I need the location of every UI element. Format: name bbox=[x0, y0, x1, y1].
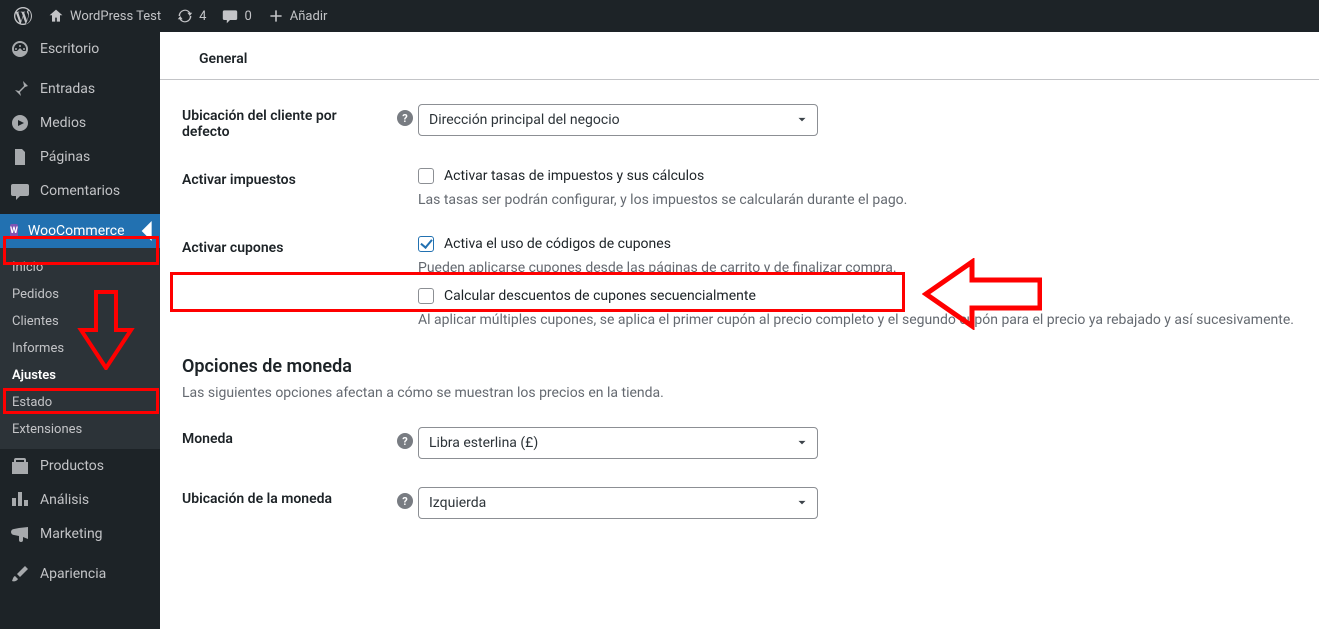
woocommerce-submenu: Inicio Pedidos Clientes Informes Ajustes… bbox=[0, 248, 160, 449]
pin-icon bbox=[10, 79, 30, 99]
dashboard-icon bbox=[10, 39, 30, 59]
select-value: Izquierda bbox=[429, 495, 486, 511]
chevron-down-icon bbox=[795, 436, 809, 450]
sidebar-item-analytics[interactable]: Análisis bbox=[0, 483, 160, 517]
select-value: Dirección principal del negocio bbox=[429, 112, 620, 128]
chevron-down-icon bbox=[795, 113, 809, 127]
sub-item-customers[interactable]: Clientes bbox=[0, 308, 160, 335]
select-currency[interactable]: Libra esterlina (£) bbox=[418, 427, 818, 459]
megaphone-icon bbox=[10, 524, 30, 544]
sidebar-item-posts[interactable]: Entradas bbox=[0, 72, 160, 106]
comments-count: 0 bbox=[244, 9, 251, 24]
checkbox-enable-coupons[interactable]: Activa el uso de códigos de cupones bbox=[418, 236, 1297, 252]
sidebar-item-label: Medios bbox=[40, 115, 86, 131]
currency-section-desc: Las siguientes opciones afectan a cómo s… bbox=[182, 385, 1297, 401]
chevron-left-icon bbox=[135, 221, 155, 241]
help-text-coupons-1: Pueden aplicarse cupones desde las págin… bbox=[418, 260, 1297, 276]
select-value: Libra esterlina (£) bbox=[429, 435, 538, 451]
chart-icon bbox=[10, 490, 30, 510]
main-content: General Ubicación del cliente por defect… bbox=[160, 32, 1319, 629]
comment-icon bbox=[222, 8, 238, 24]
admin-bar: WordPress Test 4 0 Añadir bbox=[0, 0, 1319, 32]
select-default-customer-location[interactable]: Dirección principal del negocio bbox=[418, 104, 818, 136]
sidebar-item-comments[interactable]: Comentarios bbox=[0, 174, 160, 208]
sub-item-orders[interactable]: Pedidos bbox=[0, 281, 160, 308]
checkbox-enable-taxes-input[interactable] bbox=[418, 168, 434, 184]
sidebar-item-woocommerce[interactable]: W WooCommerce bbox=[0, 214, 160, 248]
sub-item-extensions[interactable]: Extensiones bbox=[0, 416, 160, 443]
add-new-label: Añadir bbox=[290, 9, 328, 24]
label-currency-position: Ubicación de la moneda bbox=[182, 487, 392, 507]
checkbox-label: Activa el uso de códigos de cupones bbox=[444, 236, 671, 252]
chevron-down-icon bbox=[795, 496, 809, 510]
sidebar-item-label: WooCommerce bbox=[28, 223, 125, 239]
add-new-link[interactable]: Añadir bbox=[260, 0, 336, 32]
updates-count: 4 bbox=[199, 9, 206, 24]
site-title-link[interactable]: WordPress Test bbox=[40, 0, 169, 32]
product-icon bbox=[10, 456, 30, 476]
wp-logo[interactable] bbox=[6, 0, 40, 32]
sidebar-item-label: Entradas bbox=[40, 81, 95, 97]
settings-form: Ubicación del cliente por defecto ? Dire… bbox=[160, 80, 1319, 587]
home-icon bbox=[48, 8, 64, 24]
sidebar-item-label: Escritorio bbox=[40, 41, 99, 57]
checkbox-enable-coupons-input[interactable] bbox=[418, 236, 434, 252]
updates-link[interactable]: 4 bbox=[169, 0, 214, 32]
sidebar-item-media[interactable]: Medios bbox=[0, 106, 160, 140]
sidebar-item-marketing[interactable]: Marketing bbox=[0, 517, 160, 551]
sub-item-status[interactable]: Estado bbox=[0, 389, 160, 416]
admin-sidebar: Escritorio Entradas Medios Páginas Comen… bbox=[0, 32, 160, 629]
comments-link[interactable]: 0 bbox=[214, 0, 259, 32]
sidebar-item-label: Páginas bbox=[40, 149, 90, 165]
help-icon[interactable]: ? bbox=[397, 433, 413, 449]
sub-item-home[interactable]: Inicio bbox=[0, 254, 160, 281]
sidebar-item-label: Comentarios bbox=[40, 183, 120, 199]
checkbox-sequential-coupons-input[interactable] bbox=[418, 288, 434, 304]
settings-tabs: General bbox=[160, 32, 1319, 80]
label-enable-taxes: Activar impuestos bbox=[182, 168, 392, 188]
sub-item-reports[interactable]: Informes bbox=[0, 335, 160, 362]
help-text-coupons-2: Al aplicar múltiples cupones, se aplica … bbox=[418, 312, 1297, 328]
plus-icon bbox=[268, 8, 284, 24]
checkbox-enable-taxes[interactable]: Activar tasas de impuestos y sus cálculo… bbox=[418, 168, 1297, 184]
sidebar-item-label: Apariencia bbox=[40, 566, 106, 582]
media-icon bbox=[10, 113, 30, 133]
page-icon bbox=[10, 147, 30, 167]
help-text-taxes: Las tasas ser podrán configurar, y los i… bbox=[418, 192, 1297, 208]
checkbox-sequential-coupons[interactable]: Calcular descuentos de cupones secuencia… bbox=[418, 288, 1297, 304]
checkbox-label: Calcular descuentos de cupones secuencia… bbox=[444, 288, 756, 304]
currency-section-title: Opciones de moneda bbox=[182, 356, 1297, 377]
sidebar-item-label: Productos bbox=[40, 458, 104, 474]
brush-icon bbox=[10, 564, 30, 584]
checkbox-label: Activar tasas de impuestos y sus cálculo… bbox=[444, 168, 704, 184]
label-default-customer-location: Ubicación del cliente por defecto bbox=[182, 104, 392, 140]
site-title: WordPress Test bbox=[70, 9, 161, 24]
select-currency-position[interactable]: Izquierda bbox=[418, 487, 818, 519]
comment-icon bbox=[10, 181, 30, 201]
sidebar-item-products[interactable]: Productos bbox=[0, 449, 160, 483]
label-enable-coupons: Activar cupones bbox=[182, 236, 392, 256]
sidebar-item-appearance[interactable]: Apariencia bbox=[0, 557, 160, 591]
help-icon[interactable]: ? bbox=[397, 493, 413, 509]
refresh-icon bbox=[177, 8, 193, 24]
sub-item-settings[interactable]: Ajustes bbox=[0, 362, 160, 389]
tab-general[interactable]: General bbox=[180, 40, 266, 79]
sidebar-item-pages[interactable]: Páginas bbox=[0, 140, 160, 174]
sidebar-item-dashboard[interactable]: Escritorio bbox=[0, 32, 160, 66]
help-icon[interactable]: ? bbox=[397, 110, 413, 126]
sidebar-item-label: Análisis bbox=[40, 492, 89, 508]
label-currency: Moneda bbox=[182, 427, 392, 447]
woocommerce-icon: W bbox=[10, 224, 18, 238]
sidebar-item-label: Marketing bbox=[40, 526, 103, 542]
